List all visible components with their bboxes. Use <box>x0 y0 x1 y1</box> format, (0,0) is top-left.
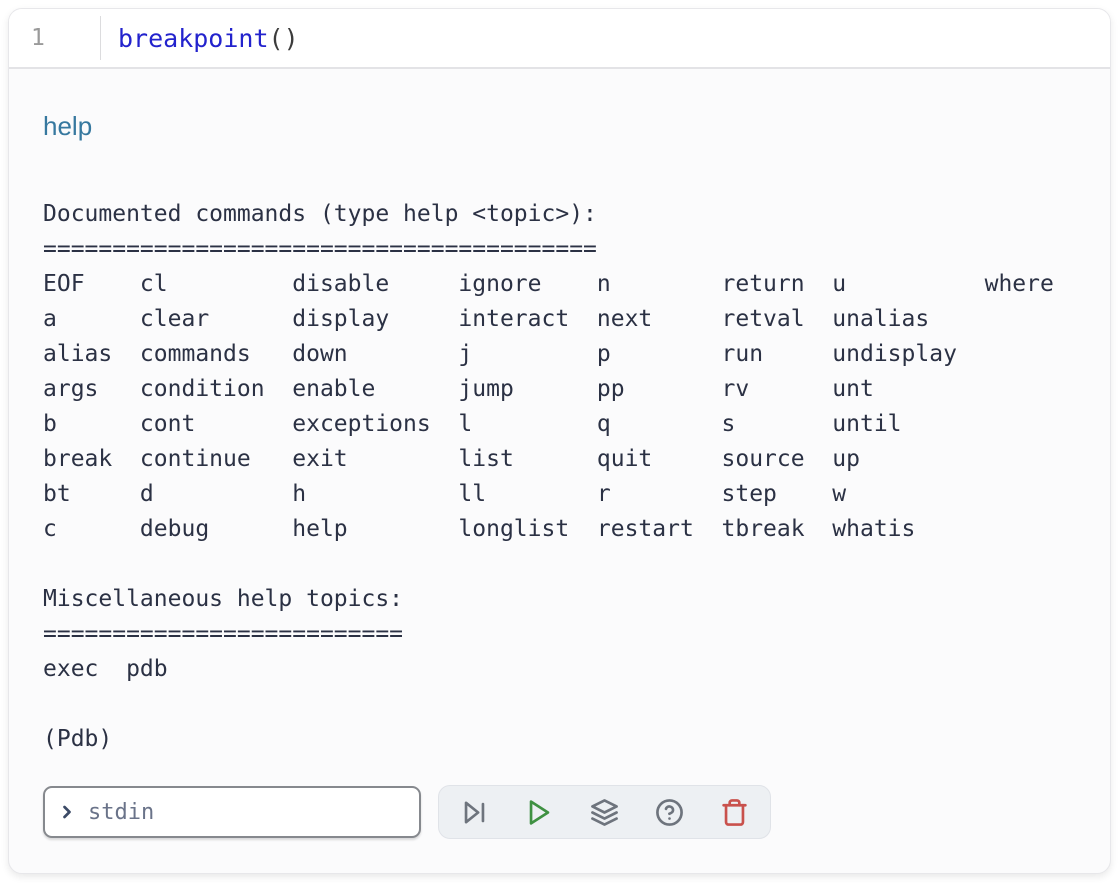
help-button[interactable] <box>655 798 684 827</box>
stdin-input[interactable] <box>86 799 407 826</box>
question-circle-icon <box>655 798 684 827</box>
echoed-command: help <box>43 111 1076 141</box>
step-button[interactable] <box>460 798 489 827</box>
snippets-button[interactable] <box>590 798 619 827</box>
stdin-input-box[interactable] <box>43 786 421 838</box>
console-controls <box>43 785 1076 839</box>
clear-output-button[interactable] <box>720 798 749 827</box>
code-line[interactable]: breakpoint() <box>118 24 299 53</box>
gutter-divider <box>100 16 101 60</box>
layers-icon <box>590 798 619 827</box>
line-number-gutter: 1 <box>9 25 100 51</box>
code-builtin-token: breakpoint <box>118 24 269 53</box>
chevron-right-icon <box>57 802 77 822</box>
code-editor: 1 breakpoint() <box>9 9 1110 69</box>
run-button[interactable] <box>525 798 554 827</box>
console-card: 1 breakpoint() help Documented commands … <box>8 8 1111 874</box>
trash-icon <box>720 798 749 827</box>
code-punctuation-token: () <box>269 24 299 53</box>
skip-forward-icon <box>460 798 489 827</box>
play-icon <box>525 798 554 827</box>
console-output-area: help Documented commands (type help <top… <box>9 69 1110 839</box>
line-number: 1 <box>31 25 45 51</box>
pdb-output: Documented commands (type help <topic>):… <box>43 197 1076 757</box>
console-button-group <box>438 785 771 839</box>
